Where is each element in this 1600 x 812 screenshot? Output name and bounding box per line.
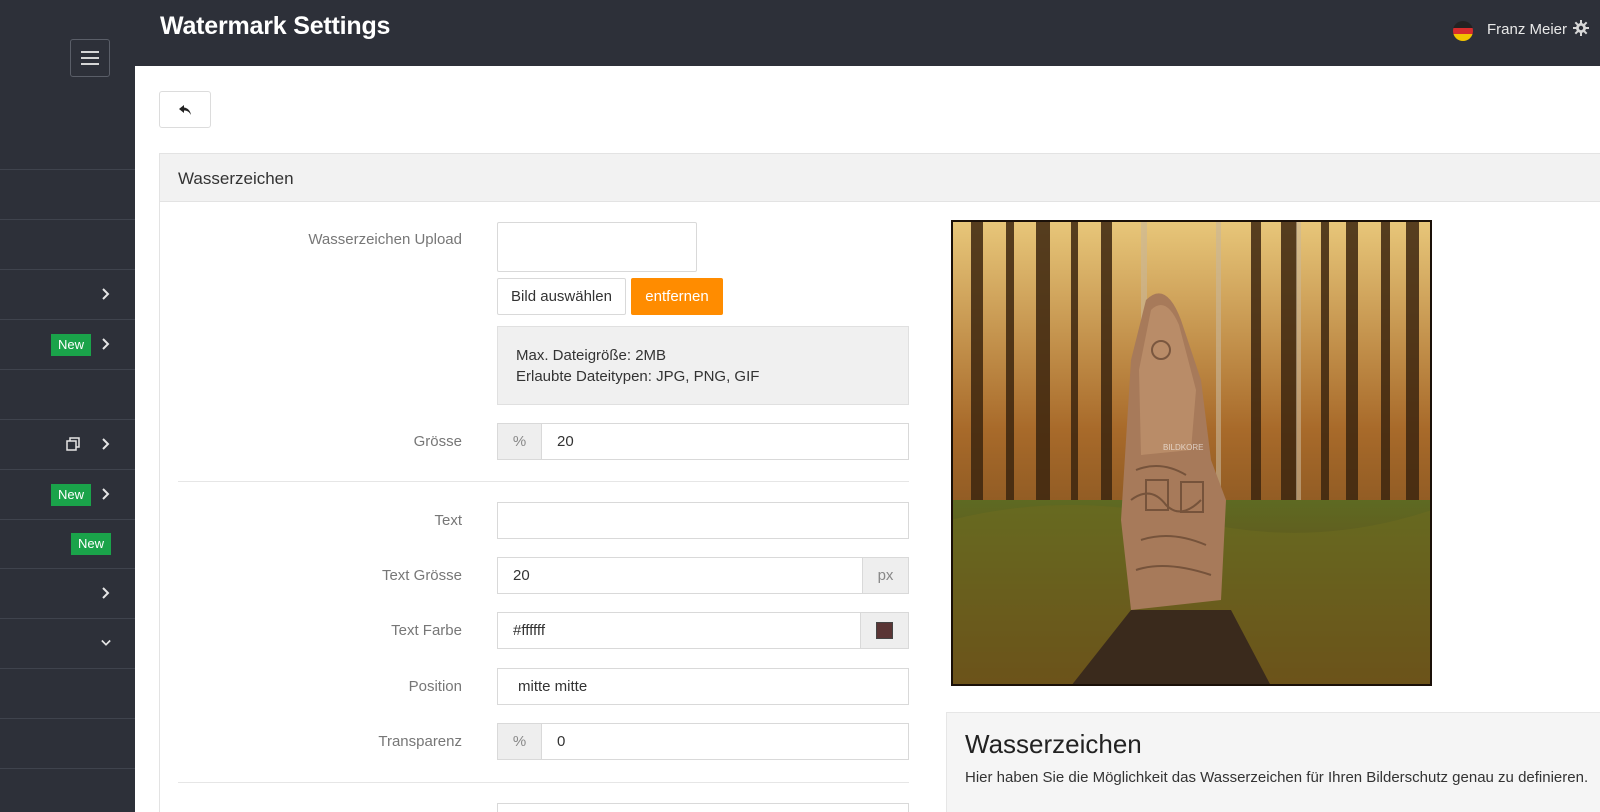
watermark-preview-image: BILDKORE [951,220,1432,686]
new-badge: New [50,484,91,506]
transparency-percent-addon: % [498,724,542,759]
sidebar-item-6[interactable] [0,419,135,469]
allowed-types-text: Erlaubte Dateitypen: JPG, PNG, GIF [516,368,760,385]
size-field: % 20 [497,423,909,460]
size-input[interactable]: 20 [557,433,574,450]
divider [178,782,909,783]
sidebar-item-2[interactable] [0,219,135,269]
new-badge: New [50,334,91,356]
sidebar-item-9[interactable] [0,568,135,618]
text-label: Text [434,512,462,529]
help-text: Hier haben Sie die Möglichkeit das Wasse… [965,769,1589,786]
chevron-right-icon [101,436,111,452]
remove-button[interactable]: entfernen [631,278,723,315]
upload-label: Wasserzeichen Upload [308,231,462,248]
menu-toggle-button[interactable] [70,39,110,77]
color-swatch [876,622,893,639]
back-button[interactable] [159,91,211,128]
sidebar-item-13[interactable] [0,768,135,812]
divider [178,481,909,482]
size-percent-addon: % [498,424,542,459]
watermark-upload-preview[interactable] [497,222,697,272]
language-flag-icon[interactable] [1453,21,1473,41]
text-input[interactable] [497,502,909,539]
text-size-field: 20 px [497,557,909,594]
transparency-input[interactable]: 0 [557,733,565,750]
chevron-right-icon [101,286,111,302]
px-unit-addon: px [862,558,908,593]
transparency-field: % 0 [497,723,909,760]
text-color-label: Text Farbe [391,622,462,639]
gear-icon[interactable] [1573,20,1589,36]
next-field[interactable] [497,803,909,812]
select-image-button[interactable]: Bild auswählen [497,278,626,315]
copy-icon [66,437,80,451]
page-title: Watermark Settings [160,12,391,40]
text-color-input[interactable]: #ffffff [513,622,545,639]
position-select[interactable]: mitte mitte [497,668,909,705]
user-name[interactable]: Franz Meier [1487,21,1567,38]
text-size-input[interactable]: 20 [513,567,530,584]
top-bar: Watermark Settings Franz Meier [135,0,1600,66]
chevron-right-icon [101,585,111,601]
help-title: Wasserzeichen [965,729,1142,759]
text-color-field: #ffffff [497,612,909,649]
sidebar-item-12[interactable] [0,718,135,768]
sidebar-item-4[interactable]: New [0,319,135,369]
chevron-down-icon [101,635,111,651]
color-picker-button[interactable] [860,613,908,648]
sidebar-item-7[interactable]: New [0,469,135,519]
sidebar: New New New [0,0,135,812]
max-size-text: Max. Dateigröße: 2MB [516,347,667,364]
sidebar-item-5[interactable] [0,369,135,419]
hamburger-icon [81,51,99,65]
sidebar-item-11[interactable] [0,668,135,718]
reply-arrow-icon [179,104,191,115]
chevron-right-icon [101,336,111,352]
new-badge: New [70,533,111,555]
chevron-right-icon [101,486,111,502]
size-label: Grösse [413,433,462,450]
transparency-label: Transparenz [378,733,462,750]
panel-heading: Wasserzeichen [160,154,1600,202]
upload-info-box: Max. Dateigröße: 2MB Erlaubte Dateitypen… [497,326,909,405]
sidebar-item-1[interactable] [0,169,135,219]
help-box: Wasserzeichen Hier haben Sie die Möglich… [946,712,1600,812]
position-label: Position [408,678,462,695]
sidebar-item-10[interactable] [0,618,135,668]
watermark-text: BILDKORE [1163,443,1203,452]
sidebar-item-8[interactable]: New [0,519,135,568]
text-size-label: Text Grösse [381,567,462,584]
sidebar-item-3[interactable] [0,269,135,319]
